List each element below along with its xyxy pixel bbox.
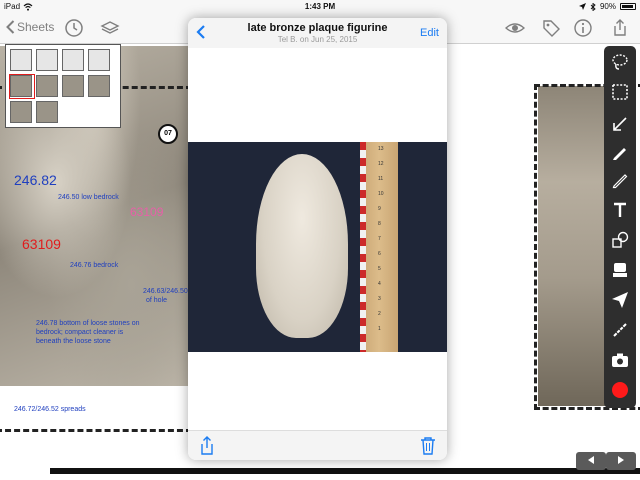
sheet-number-badge[interactable]: 07 bbox=[158, 124, 178, 144]
sheet-thumbnail[interactable] bbox=[62, 49, 84, 71]
elevation-annotation[interactable]: 246.76 bedrock bbox=[70, 262, 118, 269]
elevation-annotation[interactable]: 246.50 low bedrock bbox=[58, 194, 119, 201]
measure-icon[interactable] bbox=[610, 320, 630, 340]
text-tool-icon[interactable] bbox=[610, 200, 630, 220]
ruler-number: 10 bbox=[378, 191, 384, 197]
triangle-left-icon bbox=[588, 456, 594, 464]
sheet-thumbnail[interactable] bbox=[10, 101, 32, 123]
shapes-icon[interactable] bbox=[610, 230, 630, 250]
ruler-number: 3 bbox=[378, 296, 381, 302]
record-color-icon[interactable] bbox=[610, 380, 630, 400]
sheets-back-button[interactable]: Sheets bbox=[6, 20, 54, 34]
trash-icon[interactable] bbox=[420, 436, 436, 456]
status-right: 90% bbox=[578, 2, 636, 11]
ruler-number: 7 bbox=[378, 236, 381, 242]
share-icon[interactable] bbox=[610, 18, 630, 38]
eye-icon[interactable] bbox=[505, 18, 525, 38]
ruler-number: 13 bbox=[378, 146, 384, 152]
drawing-tool-palette bbox=[604, 46, 636, 408]
sheets-back-label: Sheets bbox=[17, 20, 55, 34]
ruler-number: 8 bbox=[378, 221, 381, 227]
camera-icon[interactable] bbox=[610, 350, 630, 370]
locus-annotation[interactable]: 63109 bbox=[130, 205, 163, 219]
ruler-number: 2 bbox=[378, 311, 381, 317]
history-clock-icon[interactable] bbox=[64, 18, 84, 38]
status-time: 1:43 PM bbox=[304, 2, 336, 11]
send-icon[interactable] bbox=[610, 290, 630, 310]
locus-annotation[interactable]: 63109 bbox=[22, 236, 61, 252]
popover-footer bbox=[188, 430, 447, 460]
rectangle-select-icon[interactable] bbox=[610, 82, 630, 102]
ruler-number: 5 bbox=[378, 266, 381, 272]
elevation-annotation[interactable]: 246.78 bottom of loose stones on bbox=[36, 320, 140, 327]
battery-percent: 90% bbox=[599, 2, 616, 11]
ruler-number: 12 bbox=[378, 161, 384, 167]
elevation-annotation[interactable]: 246.63/246.50 bbox=[143, 288, 188, 295]
ruler-number: 4 bbox=[378, 281, 381, 287]
status-bar: iPad 1:43 PM 90% bbox=[0, 0, 640, 14]
share-icon[interactable] bbox=[198, 436, 216, 456]
sheet-thumbnail[interactable] bbox=[62, 75, 84, 97]
elevation-annotation[interactable]: 246.72/246.52 spreads bbox=[14, 406, 86, 413]
popover-header: late bronze plaque figurine Tel B. on Ju… bbox=[188, 18, 447, 48]
sheet-thumbnail[interactable] bbox=[36, 101, 58, 123]
photo-subtitle: Tel B. on Jun 25, 2015 bbox=[277, 35, 358, 44]
lasso-icon[interactable] bbox=[610, 52, 630, 72]
sheet-thumbnail[interactable] bbox=[10, 49, 32, 71]
bluetooth-icon bbox=[590, 2, 596, 11]
sheet-thumbnail[interactable] bbox=[88, 75, 110, 97]
artifact-photo[interactable]: 13 12 11 10 9 8 7 6 5 4 3 2 1 bbox=[188, 142, 447, 352]
marker-icon[interactable] bbox=[610, 142, 630, 162]
ruler-number: 6 bbox=[378, 251, 381, 257]
arrow-tool-icon[interactable] bbox=[610, 114, 630, 134]
elevation-annotation[interactable]: bedrock; compact cleaner is bbox=[36, 329, 123, 336]
layers-icon[interactable] bbox=[100, 18, 120, 38]
info-icon[interactable] bbox=[573, 18, 593, 38]
sheet-thumbnail[interactable] bbox=[88, 49, 110, 71]
photo-title: late bronze plaque figurine bbox=[247, 22, 388, 34]
next-sheet-button[interactable] bbox=[606, 452, 636, 470]
battery-icon bbox=[620, 3, 636, 10]
ruler-scale-edge bbox=[360, 142, 366, 352]
previous-sheet-button[interactable] bbox=[576, 452, 606, 470]
sheet-thumbnail[interactable] bbox=[36, 75, 58, 97]
sheet-overview-navigator[interactable] bbox=[5, 44, 121, 128]
ruler-number: 1 bbox=[378, 326, 381, 332]
elevation-annotation[interactable]: of hole bbox=[146, 297, 167, 304]
location-icon bbox=[578, 3, 586, 10]
elevation-annotation[interactable]: beneath the loose stone bbox=[36, 338, 111, 345]
stamp-icon[interactable] bbox=[610, 260, 630, 280]
sheet-bottom-edge bbox=[50, 468, 640, 474]
current-sheet-marker bbox=[9, 74, 35, 99]
elevation-annotation[interactable]: 246.82 bbox=[14, 172, 57, 188]
plaque-figurine bbox=[256, 154, 348, 338]
sheet-thumbnail[interactable] bbox=[36, 49, 58, 71]
chevron-left-icon bbox=[6, 20, 15, 34]
pencil-icon[interactable] bbox=[610, 170, 630, 190]
ruler-number: 9 bbox=[378, 206, 381, 212]
photo-detail-popover: late bronze plaque figurine Tel B. on Ju… bbox=[188, 18, 447, 460]
ruler-number: 11 bbox=[378, 176, 384, 182]
edit-button[interactable]: Edit bbox=[420, 27, 439, 39]
tag-icon[interactable] bbox=[541, 18, 561, 38]
triangle-right-icon bbox=[618, 456, 624, 464]
